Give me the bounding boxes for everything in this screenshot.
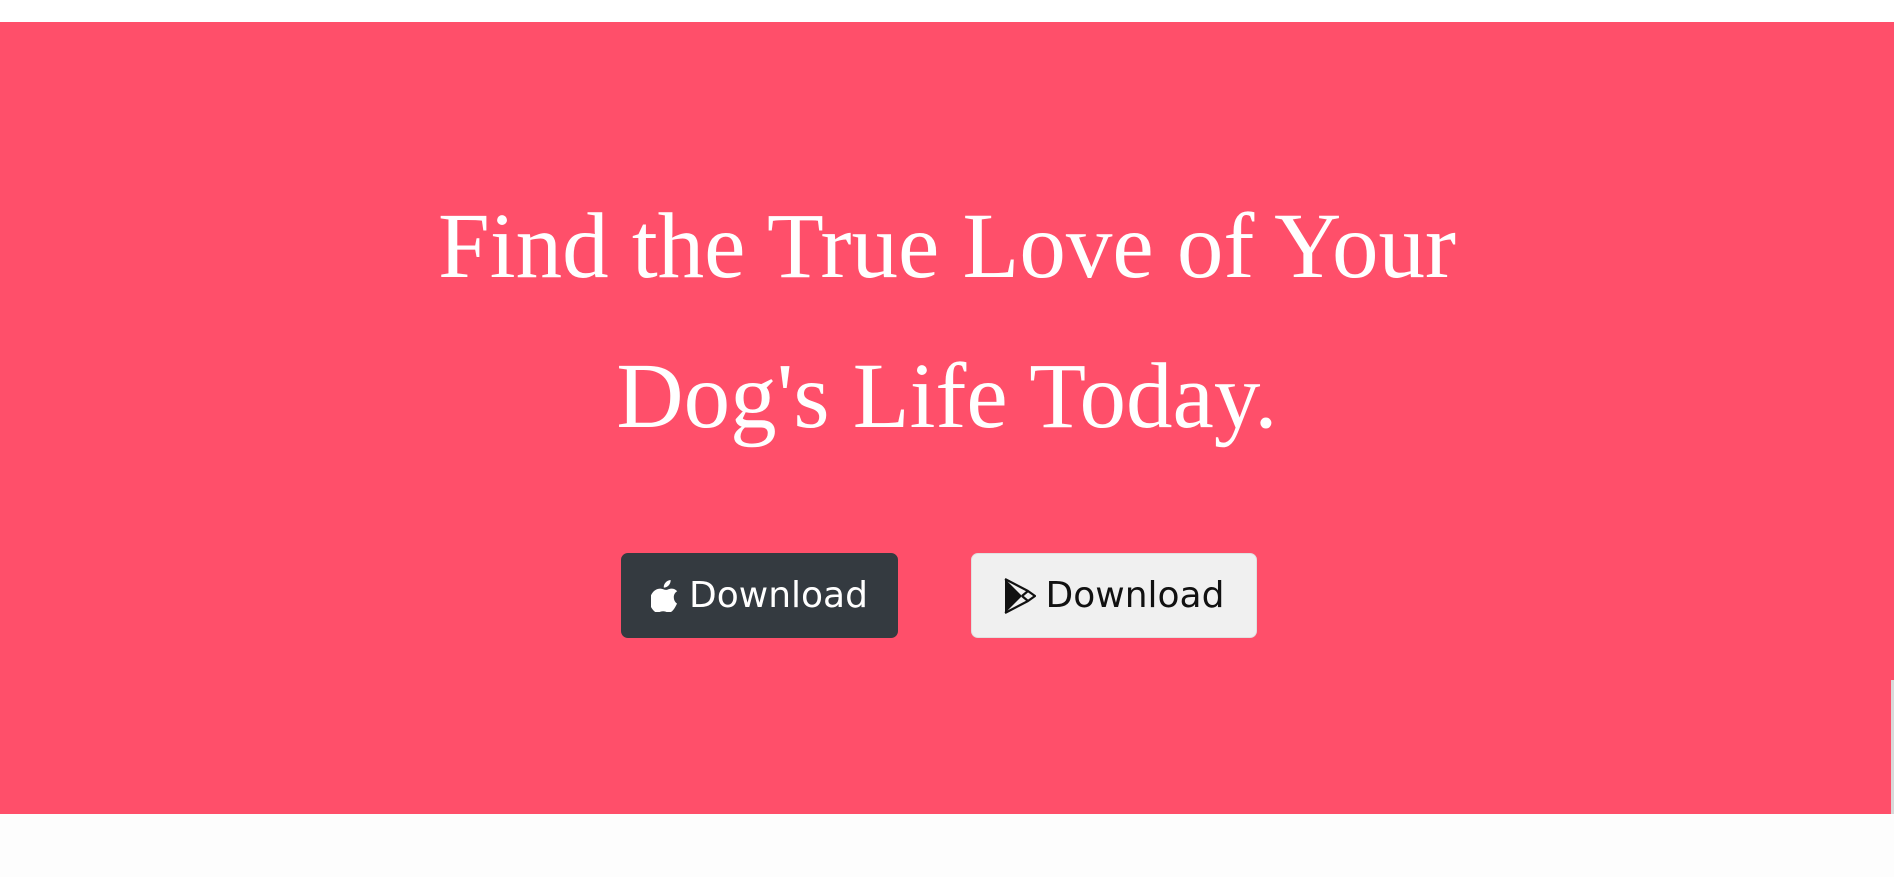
hero-headline: Find the True Love of Your Dog's Life To…: [0, 172, 1894, 472]
headline-line-2: Dog's Life Today.: [616, 345, 1278, 448]
google-play-download-button[interactable]: Download: [971, 553, 1257, 638]
hero-section: Find the True Love of Your Dog's Life To…: [0, 22, 1894, 814]
download-buttons: Download Download: [0, 553, 1894, 638]
app-store-download-label: Download: [689, 575, 868, 616]
app-store-download-button[interactable]: Download: [621, 553, 898, 638]
apple-icon: [651, 579, 679, 612]
next-section-edge: [0, 814, 1894, 877]
top-white-strip: [0, 0, 1894, 22]
headline-line-1: Find the True Love of Your: [438, 195, 1456, 298]
google-play-icon: [1004, 577, 1036, 614]
google-play-download-label: Download: [1045, 575, 1225, 616]
